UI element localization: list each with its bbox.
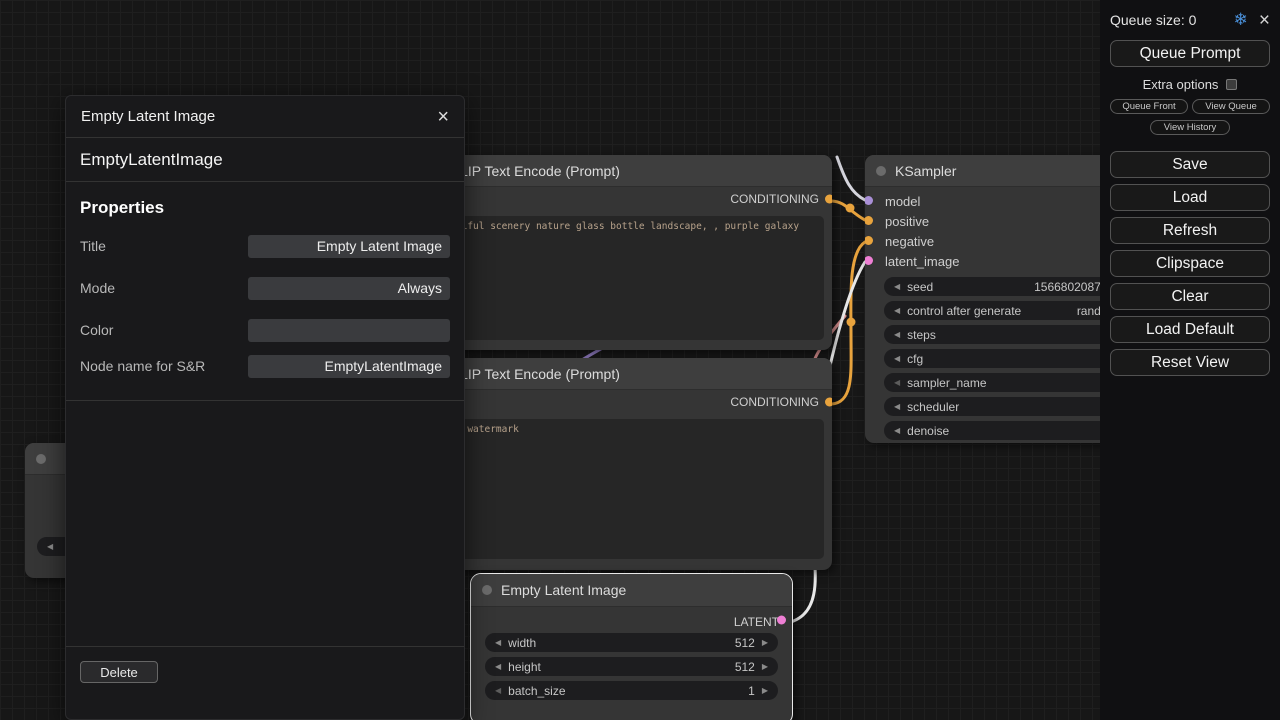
prompt-textarea[interactable]: text, watermark (428, 419, 824, 559)
comfy-menu: Queue size: 0 ❄ × Queue Prompt Extra opt… (1100, 0, 1280, 720)
arrow-left-icon[interactable]: ◀ (894, 379, 900, 387)
extra-options-label: Extra options (1143, 77, 1219, 92)
ksampler-node[interactable]: KSampler model positive negative latent_… (865, 155, 1115, 443)
latent-image-port[interactable] (865, 256, 873, 265)
output-slot: CONDITIONING (420, 187, 832, 211)
property-label: Title (80, 238, 248, 254)
sampler-name-widget[interactable]: ◀ sampler_name (884, 373, 1115, 392)
node-type-name: EmptyLatentImage (66, 138, 464, 182)
arrow-left-icon[interactable]: ◀ (495, 663, 501, 671)
input-slot-negative: negative (865, 231, 1115, 251)
save-button[interactable]: Save (1110, 151, 1270, 178)
property-label: Mode (80, 280, 248, 296)
arrow-right-icon[interactable]: ▶ (762, 639, 768, 647)
batch-size-widget[interactable]: ◀ batch_size 1 ▶ (485, 681, 778, 700)
output-label: LATENT (734, 615, 779, 629)
clipspace-button[interactable]: Clipspace (1110, 250, 1270, 277)
input-label: positive (885, 214, 929, 229)
clear-button[interactable]: Clear (1110, 283, 1270, 310)
queue-front-button[interactable]: Queue Front (1110, 99, 1188, 114)
negative-port[interactable] (865, 236, 873, 245)
reset-view-button[interactable]: Reset View (1110, 349, 1270, 376)
arrow-left-icon[interactable]: ◀ (894, 307, 900, 315)
property-row-color: Color (80, 318, 450, 342)
input-label: latent_image (885, 254, 959, 269)
scheduler-widget[interactable]: ◀ scheduler (884, 397, 1115, 416)
input-label: model (885, 194, 920, 209)
properties-heading: Properties (80, 198, 450, 218)
output-slot: LATENT (471, 607, 792, 633)
node-header[interactable]: CLIP Text Encode (Prompt) (420, 155, 832, 187)
empty-latent-image-node[interactable]: Empty Latent Image LATENT ◀ width 512 ▶ … (470, 573, 793, 720)
property-row-title: Title Empty Latent Image (80, 234, 450, 258)
arrow-left-icon[interactable]: ◀ (894, 355, 900, 363)
close-icon[interactable]: × (437, 107, 449, 127)
refresh-button[interactable]: Refresh (1110, 217, 1270, 244)
steps-widget[interactable]: ◀ steps (884, 325, 1115, 344)
arrow-right-icon[interactable]: ▶ (762, 687, 768, 695)
height-widget[interactable]: ◀ height 512 ▶ (485, 657, 778, 676)
collapse-dot[interactable] (876, 166, 886, 176)
view-queue-button[interactable]: View Queue (1192, 99, 1270, 114)
snowflake-icon[interactable]: ❄ (1234, 10, 1248, 30)
dialog-title: Empty Latent Image (81, 108, 215, 125)
collapse-dot[interactable] (482, 585, 492, 595)
arrow-left-icon[interactable]: ◀ (495, 687, 501, 695)
color-field[interactable] (248, 319, 450, 342)
arrow-left-icon[interactable]: ◀ (894, 331, 900, 339)
input-slot-model: model (865, 191, 1115, 211)
cfg-widget[interactable]: ◀ cfg (884, 349, 1115, 368)
arrow-left-icon[interactable]: ◀ (894, 403, 900, 411)
mode-field[interactable]: Always (248, 277, 450, 300)
load-default-button[interactable]: Load Default (1110, 316, 1270, 343)
input-label: negative (885, 234, 934, 249)
arrow-left-icon[interactable]: ◀ (495, 639, 501, 647)
extra-options-checkbox[interactable] (1226, 79, 1237, 90)
property-row-mode: Mode Always (80, 276, 450, 300)
clip-text-encode-negative-node[interactable]: CLIP Text Encode (Prompt) CONDITIONING t… (420, 358, 832, 570)
width-widget[interactable]: ◀ width 512 ▶ (485, 633, 778, 652)
arrow-left-icon[interactable]: ◀ (47, 543, 53, 551)
conditioning-port[interactable] (825, 195, 832, 204)
conditioning-port[interactable] (825, 398, 832, 407)
node-header[interactable]: KSampler (865, 155, 1115, 187)
input-slot-latent-image: latent_image (865, 251, 1115, 271)
node-title: Empty Latent Image (501, 582, 626, 598)
collapse-dot[interactable] (36, 454, 46, 464)
output-label: CONDITIONING (730, 192, 819, 206)
node-title: CLIP Text Encode (Prompt) (450, 163, 620, 179)
node-title: KSampler (895, 163, 956, 179)
arrow-right-icon[interactable]: ▶ (762, 663, 768, 671)
queue-prompt-button[interactable]: Queue Prompt (1110, 40, 1270, 67)
view-history-button[interactable]: View History (1150, 120, 1230, 135)
title-field[interactable]: Empty Latent Image (248, 235, 450, 258)
prompt-textarea[interactable]: beautiful scenery nature glass bottle la… (428, 216, 824, 340)
node-title: CLIP Text Encode (Prompt) (450, 366, 620, 382)
model-port[interactable] (865, 196, 873, 205)
close-icon[interactable]: × (1259, 11, 1270, 30)
node-properties-dialog: Empty Latent Image × EmptyLatentImage Pr… (65, 95, 465, 720)
arrow-left-icon[interactable]: ◀ (894, 283, 900, 291)
clip-text-encode-positive-node[interactable]: CLIP Text Encode (Prompt) CONDITIONING b… (420, 155, 832, 350)
denoise-widget[interactable]: ◀ denoise (884, 421, 1115, 440)
positive-port[interactable] (865, 216, 873, 225)
property-row-sr-name: Node name for S&R EmptyLatentImage (80, 354, 450, 378)
delete-button[interactable]: Delete (80, 661, 158, 683)
latent-port[interactable] (777, 616, 786, 625)
load-button[interactable]: Load (1110, 184, 1270, 211)
node-header[interactable]: Empty Latent Image (471, 574, 792, 607)
seed-widget[interactable]: ◀ seed 1566802087 ▶ (884, 277, 1115, 296)
node-header[interactable]: CLIP Text Encode (Prompt) (420, 358, 832, 390)
property-label: Node name for S&R (80, 358, 248, 374)
control-after-generate-widget[interactable]: ◀ control after generate rand ▶ (884, 301, 1115, 320)
output-slot: CONDITIONING (420, 390, 832, 414)
property-label: Color (80, 322, 248, 338)
input-slot-positive: positive (865, 211, 1115, 231)
output-label: CONDITIONING (730, 395, 819, 409)
arrow-left-icon[interactable]: ◀ (894, 427, 900, 435)
queue-size-label: Queue size: 0 (1110, 12, 1196, 28)
sr-name-field[interactable]: EmptyLatentImage (248, 355, 450, 378)
